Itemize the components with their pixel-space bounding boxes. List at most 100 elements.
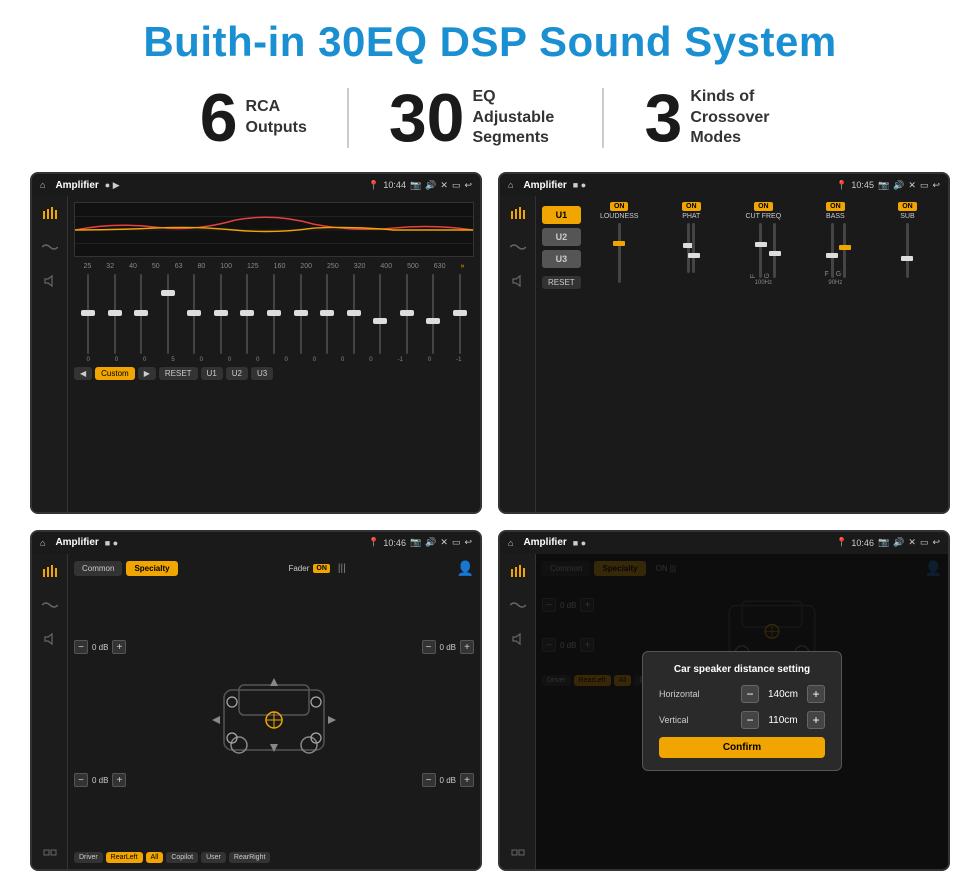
vertical-stepper: − 110cm + bbox=[741, 711, 825, 729]
vertical-minus[interactable]: − bbox=[741, 711, 759, 729]
u-buttons: U1 U2 U3 RESET bbox=[542, 202, 581, 506]
back-icon-1[interactable]: ↩ bbox=[464, 180, 472, 191]
bass-slider-1[interactable] bbox=[831, 223, 834, 278]
dot-icons-1: ● ▶ bbox=[105, 180, 120, 191]
db-plus-4[interactable]: + bbox=[460, 773, 474, 787]
eq-icon-4[interactable] bbox=[507, 560, 529, 582]
status-bar-3: ⌂ Amplifier ■ ● 📍 10:46 📷 🔊 ✕ ▭ ↩ bbox=[32, 532, 480, 554]
car-diagram bbox=[134, 583, 413, 849]
driver-btn-3[interactable]: Driver bbox=[74, 852, 103, 863]
reset-btn-1[interactable]: RESET bbox=[159, 367, 198, 380]
phat-slider-1[interactable] bbox=[687, 223, 690, 273]
db-minus-1[interactable]: − bbox=[74, 640, 88, 654]
user-btn-3[interactable]: User bbox=[201, 852, 226, 863]
eq-graph bbox=[74, 202, 474, 257]
eq-slider-2[interactable] bbox=[103, 274, 128, 354]
speaker-icon-3[interactable] bbox=[39, 628, 61, 650]
eq-slider-8[interactable] bbox=[262, 274, 287, 354]
db-value-2: 0 dB bbox=[92, 776, 108, 785]
grid-icon-3[interactable] bbox=[39, 841, 61, 863]
grid-icon-4[interactable] bbox=[507, 841, 529, 863]
custom-btn[interactable]: Custom bbox=[95, 367, 135, 380]
home-icon-1[interactable]: ⌂ bbox=[40, 180, 45, 190]
user-icon-3[interactable]: 👤 bbox=[457, 560, 474, 577]
vertical-plus[interactable]: + bbox=[807, 711, 825, 729]
wave-icon-1[interactable] bbox=[39, 236, 61, 258]
loudness-slider[interactable] bbox=[618, 223, 621, 283]
eq-slider-12[interactable] bbox=[368, 274, 393, 354]
back-icon-3[interactable]: ↩ bbox=[464, 537, 472, 548]
rearleft-btn-3[interactable]: RearLeft bbox=[106, 852, 143, 863]
db-plus-1[interactable]: + bbox=[112, 640, 126, 654]
sub-slider[interactable] bbox=[906, 223, 909, 278]
confirm-button[interactable]: Confirm bbox=[659, 737, 825, 758]
horizontal-plus[interactable]: + bbox=[807, 685, 825, 703]
common-tab-3[interactable]: Common bbox=[74, 561, 122, 576]
eq-slider-6[interactable] bbox=[209, 274, 234, 354]
reset-btn-2[interactable]: RESET bbox=[542, 276, 581, 289]
sub-on[interactable]: ON bbox=[898, 202, 917, 211]
spec-tabs: Common Specialty Fader ON ||| 👤 bbox=[74, 560, 474, 577]
eq-icon-3[interactable] bbox=[39, 560, 61, 582]
specialty-tab-3[interactable]: Specialty bbox=[126, 561, 177, 576]
db-minus-2[interactable]: − bbox=[74, 773, 88, 787]
cutfreq-slider-2[interactable] bbox=[773, 223, 776, 278]
sub-label: SUB bbox=[900, 213, 914, 220]
eq-slider-4[interactable] bbox=[156, 274, 181, 354]
u2-btn[interactable]: U2 bbox=[542, 228, 581, 246]
home-icon-3[interactable]: ⌂ bbox=[40, 538, 45, 548]
wave-icon-4[interactable] bbox=[507, 594, 529, 616]
stats-row: 6 RCA Outputs 30 EQ Adjustable Segments … bbox=[30, 84, 950, 152]
speaker-icon-1[interactable] bbox=[39, 270, 61, 292]
back-icon-4[interactable]: ↩ bbox=[932, 537, 940, 548]
eq-slider-9[interactable] bbox=[288, 274, 313, 354]
eq-slider-15[interactable] bbox=[447, 274, 472, 354]
eq-slider-3[interactable] bbox=[129, 274, 154, 354]
phat-on[interactable]: ON bbox=[682, 202, 701, 211]
bass-on[interactable]: ON bbox=[826, 202, 845, 211]
home-icon-4[interactable]: ⌂ bbox=[508, 538, 513, 548]
eq-slider-13[interactable] bbox=[394, 274, 419, 354]
fader-on-3[interactable]: ON bbox=[313, 564, 330, 573]
wave-icon-2[interactable] bbox=[507, 236, 529, 258]
u3-btn-1[interactable]: U3 bbox=[251, 367, 273, 380]
all-btn-3[interactable]: All bbox=[146, 852, 164, 863]
phat-slider-2[interactable] bbox=[692, 223, 695, 273]
db-minus-4[interactable]: − bbox=[422, 773, 436, 787]
home-icon-2[interactable]: ⌂ bbox=[508, 180, 513, 190]
loudness-on[interactable]: ON bbox=[610, 202, 629, 211]
horizontal-stepper: − 140cm + bbox=[741, 685, 825, 703]
eq-slider-11[interactable] bbox=[341, 274, 366, 354]
back-icon-2[interactable]: ↩ bbox=[932, 180, 940, 191]
status-icons-2: 📍 10:45 📷 🔊 ✕ ▭ ↩ bbox=[836, 180, 940, 191]
u2-btn-1[interactable]: U2 bbox=[226, 367, 248, 380]
db-minus-3[interactable]: − bbox=[422, 640, 436, 654]
wave-icon-3[interactable] bbox=[39, 594, 61, 616]
vertical-label: Vertical bbox=[659, 715, 689, 725]
u1-btn-1[interactable]: U1 bbox=[201, 367, 223, 380]
u3-btn[interactable]: U3 bbox=[542, 250, 581, 268]
horizontal-minus[interactable]: − bbox=[741, 685, 759, 703]
eq-slider-10[interactable] bbox=[315, 274, 340, 354]
play-btn[interactable]: ▶ bbox=[138, 367, 156, 380]
eq-slider-7[interactable] bbox=[235, 274, 260, 354]
rearright-btn-3[interactable]: RearRight bbox=[229, 852, 271, 863]
cutfreq-on[interactable]: ON bbox=[754, 202, 773, 211]
speaker-icon-4[interactable] bbox=[507, 628, 529, 650]
speaker-icon-2[interactable] bbox=[507, 270, 529, 292]
eq-icon-1[interactable] bbox=[39, 202, 61, 224]
right-db-controls: − 0 dB + − 0 dB + bbox=[422, 583, 474, 849]
eq-icon-2[interactable] bbox=[507, 202, 529, 224]
eq-slider-14[interactable] bbox=[421, 274, 446, 354]
copilot-btn-3[interactable]: Copilot bbox=[166, 852, 198, 863]
eq-slider-1[interactable] bbox=[76, 274, 101, 354]
bass-slider-2[interactable] bbox=[843, 223, 846, 278]
cutfreq-slider-1[interactable] bbox=[759, 223, 762, 278]
db-plus-3[interactable]: + bbox=[460, 640, 474, 654]
eq-slider-5[interactable] bbox=[182, 274, 207, 354]
more-icon[interactable]: » bbox=[460, 263, 464, 270]
db-plus-2[interactable]: + bbox=[112, 773, 126, 787]
u1-btn[interactable]: U1 bbox=[542, 206, 581, 224]
phat-label: PHAT bbox=[682, 213, 700, 220]
prev-btn[interactable]: ◀ bbox=[74, 367, 92, 380]
